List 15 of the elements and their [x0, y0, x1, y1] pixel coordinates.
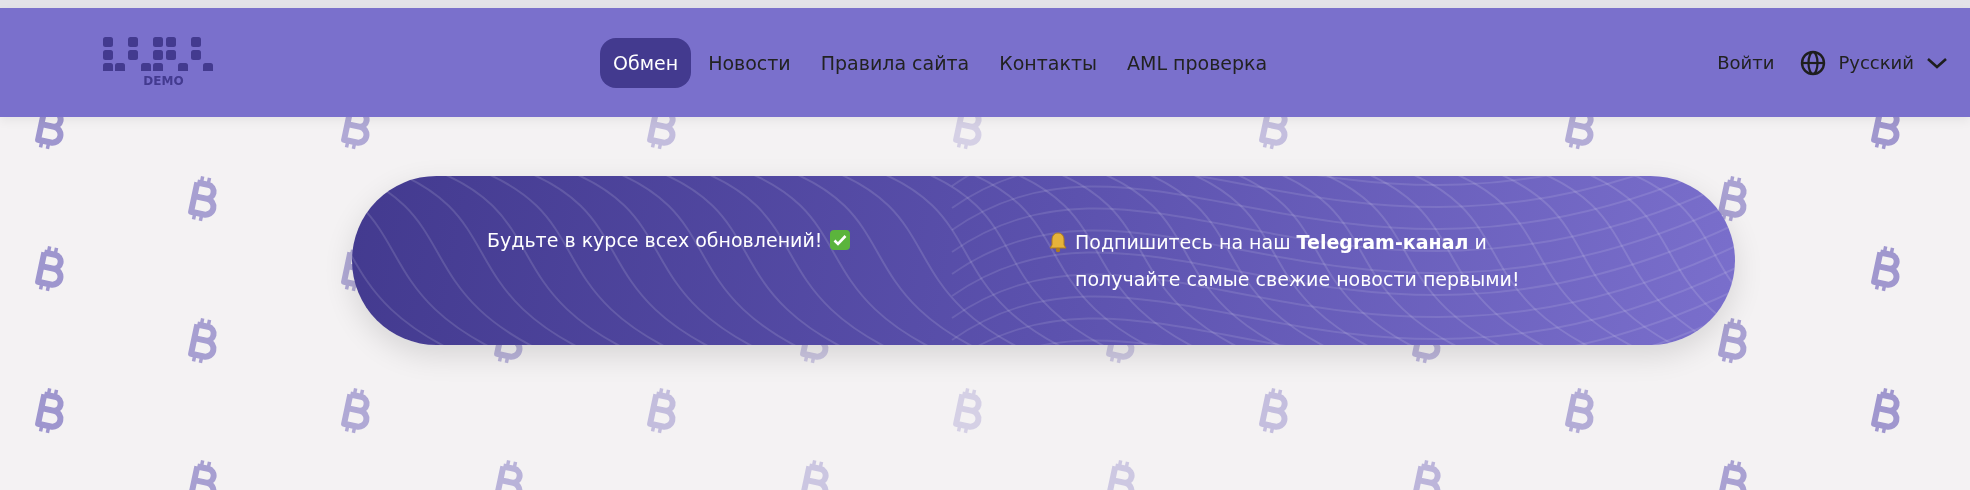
- nav-link[interactable]: Контакты: [986, 37, 1111, 88]
- chevron-down-icon[interactable]: [1926, 55, 1948, 70]
- globe-icon[interactable]: [1800, 49, 1827, 76]
- login-link[interactable]: Войти: [1717, 52, 1775, 73]
- logo-icon: [102, 37, 213, 71]
- nav-link[interactable]: Обмен: [600, 37, 692, 88]
- language-selector[interactable]: Русский: [1838, 52, 1914, 73]
- check-mark-icon: [830, 229, 851, 250]
- bell-icon: [1047, 230, 1069, 253]
- banner-message: Подпишитесь на наш Telegram-канал и получайте самые свежие новости первыми!: [1075, 229, 1521, 292]
- logo-caption: DEMO: [143, 74, 184, 88]
- nav-link[interactable]: AML проверка: [1114, 37, 1281, 88]
- nav-link[interactable]: Новости: [695, 37, 804, 88]
- nav-link[interactable]: Правила сайта: [807, 37, 983, 88]
- banner-headline: Будьте в курсе всех обновлений!: [487, 228, 823, 251]
